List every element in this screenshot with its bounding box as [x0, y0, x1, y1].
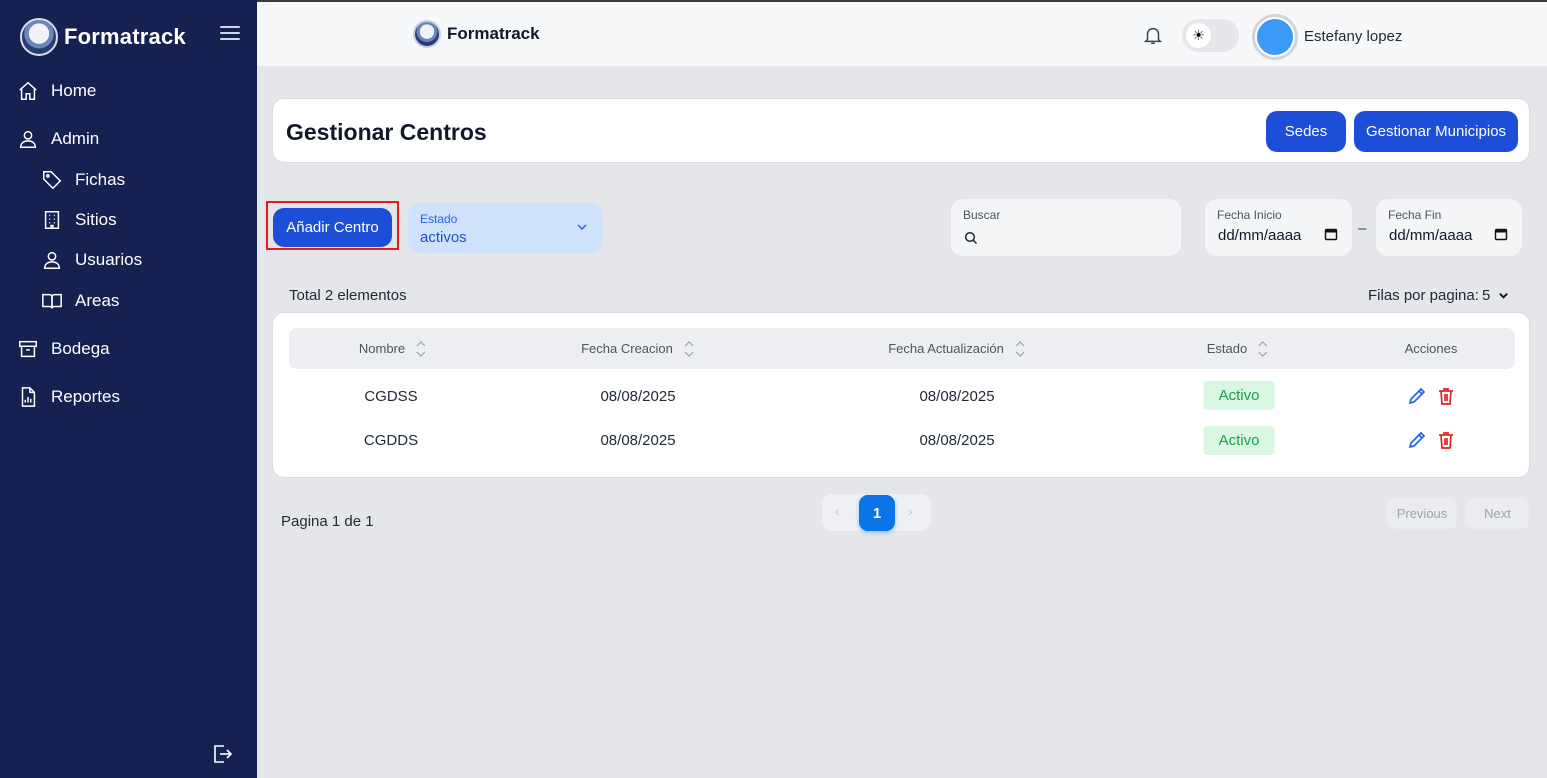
- sidebar-item-home[interactable]: Home: [17, 80, 96, 102]
- column-header-nombre[interactable]: Nombre: [359, 328, 427, 369]
- sort-icon[interactable]: [1257, 338, 1269, 360]
- cell-nombre: CGDSS: [364, 388, 418, 405]
- cell-fecha-actualizacion: 08/08/2025: [919, 432, 995, 449]
- fecha-inicio-field[interactable]: Fecha Inicio dd/mm/aaaa: [1205, 199, 1352, 256]
- column-header-estado[interactable]: Estado: [1207, 328, 1269, 369]
- search-icon: [964, 231, 978, 245]
- notification-bell-icon[interactable]: [1142, 24, 1166, 48]
- sort-icon[interactable]: [415, 338, 427, 360]
- book-icon: [42, 293, 62, 309]
- estado-select[interactable]: Estado activos: [408, 203, 602, 253]
- status-badge: Activo: [1203, 381, 1275, 410]
- chevron-down-icon: [577, 224, 587, 231]
- search-input[interactable]: Buscar: [951, 199, 1181, 256]
- calendar-icon[interactable]: [1494, 227, 1508, 241]
- fecha-inicio-label: Fecha Inicio: [1217, 208, 1282, 222]
- header-brand-name: Formatrack: [447, 24, 540, 43]
- next-button[interactable]: Next: [1466, 498, 1529, 529]
- estado-value: activos: [420, 229, 467, 246]
- gestionar-municipios-button[interactable]: Gestionar Municipios: [1354, 111, 1518, 152]
- sun-icon: ☀: [1186, 23, 1211, 48]
- sidebar-item-label: Usuarios: [75, 250, 143, 269]
- sidebar-item-label: Sitios: [75, 210, 117, 229]
- table-header: Nombre Fecha Creacion Fecha Actualizació…: [289, 328, 1515, 369]
- archive-icon: [19, 340, 37, 358]
- column-header-fecha-creacion[interactable]: Fecha Creacion: [581, 328, 695, 369]
- page-button-current[interactable]: 1: [859, 495, 895, 531]
- report-icon: [21, 387, 36, 407]
- sidebar-item-bodega[interactable]: Bodega: [17, 338, 110, 360]
- tag-icon: [43, 171, 62, 190]
- previous-button[interactable]: Previous: [1387, 498, 1457, 529]
- user-name[interactable]: Estefany lopez: [1304, 28, 1402, 45]
- cell-fecha-actualizacion: 08/08/2025: [919, 388, 995, 405]
- add-centro-button[interactable]: Añadir Centro: [273, 208, 392, 247]
- header-brand[interactable]: Formatrack: [413, 20, 540, 48]
- sedes-button[interactable]: Sedes: [1266, 111, 1346, 152]
- home-icon: [19, 81, 37, 100]
- sidebar-item-label: Home: [51, 81, 97, 100]
- rows-per-page-select[interactable]: 5: [1482, 287, 1509, 304]
- chevron-right-icon[interactable]: ›: [908, 503, 913, 519]
- app-logo: [20, 18, 58, 56]
- calendar-icon[interactable]: [1324, 227, 1338, 241]
- chevron-left-icon[interactable]: ‹: [835, 503, 840, 519]
- delete-icon[interactable]: [1436, 430, 1456, 450]
- sort-icon[interactable]: [1014, 338, 1026, 360]
- user-icon: [43, 251, 61, 269]
- search-label: Buscar: [963, 208, 1001, 222]
- sidebar-item-label: Bodega: [51, 339, 110, 358]
- theme-toggle[interactable]: ☀: [1182, 19, 1239, 52]
- sidebar-brand[interactable]: Formatrack: [20, 18, 186, 56]
- avatar[interactable]: [1252, 14, 1298, 60]
- page-info: Pagina 1 de 1: [281, 513, 374, 530]
- total-count: Total 2 elementos: [289, 287, 407, 304]
- sidebar-item-usuarios[interactable]: Usuarios: [41, 249, 142, 271]
- sidebar: Formatrack Home Admin Fichas Sitios Usua…: [0, 0, 257, 778]
- fecha-fin-label: Fecha Fin: [1388, 208, 1442, 222]
- sidebar-item-label: Areas: [75, 291, 120, 310]
- sidebar-item-fichas[interactable]: Fichas: [41, 169, 125, 191]
- sidebar-item-label: Admin: [51, 129, 100, 148]
- top-bar: Formatrack ☀ Estefany lopez: [257, 0, 1547, 66]
- sidebar-item-sitios[interactable]: Sitios: [41, 209, 117, 231]
- pagination: ‹ 1 ›: [822, 494, 931, 531]
- centros-table: Nombre Fecha Creacion Fecha Actualizació…: [272, 312, 1530, 478]
- rows-per-page-value: 5: [1482, 287, 1491, 304]
- edit-icon[interactable]: [1407, 386, 1427, 406]
- chevron-down-icon: [1499, 293, 1509, 299]
- sidebar-item-label: Reportes: [51, 387, 120, 406]
- fecha-fin-field[interactable]: Fecha Fin dd/mm/aaaa: [1376, 199, 1522, 256]
- cell-fecha-creacion: 08/08/2025: [600, 388, 676, 405]
- page-header-card: Gestionar Centros Sedes Gestionar Munici…: [272, 98, 1530, 163]
- cell-nombre: CGDDS: [363, 432, 419, 449]
- user-icon: [19, 130, 37, 148]
- cell-fecha-creacion: 08/08/2025: [600, 432, 676, 449]
- building-icon: [44, 211, 60, 229]
- sidebar-item-label: Fichas: [75, 170, 126, 189]
- column-header-fecha-actualizacion[interactable]: Fecha Actualización: [888, 328, 1026, 369]
- sidebar-item-areas[interactable]: Areas: [41, 290, 119, 312]
- sort-icon[interactable]: [683, 338, 695, 360]
- column-header-acciones: Acciones: [1404, 341, 1458, 356]
- status-badge: Activo: [1203, 426, 1275, 455]
- hamburger-menu-icon[interactable]: [220, 26, 240, 42]
- page-title: Gestionar Centros: [286, 119, 487, 145]
- app-logo: [413, 20, 441, 48]
- sidebar-item-reportes[interactable]: Reportes: [17, 386, 120, 408]
- edit-icon[interactable]: [1407, 430, 1427, 450]
- fecha-inicio-value: dd/mm/aaaa: [1218, 227, 1302, 244]
- rows-per-page-label: Filas por pagina:: [1368, 287, 1479, 304]
- fecha-fin-value: dd/mm/aaaa: [1389, 227, 1473, 244]
- logout-icon[interactable]: [210, 742, 234, 766]
- delete-icon[interactable]: [1436, 386, 1456, 406]
- date-range-separator: –: [1358, 220, 1367, 237]
- sidebar-brand-name: Formatrack: [64, 24, 186, 49]
- estado-label: Estado: [420, 212, 458, 226]
- sidebar-item-admin[interactable]: Admin: [17, 128, 99, 150]
